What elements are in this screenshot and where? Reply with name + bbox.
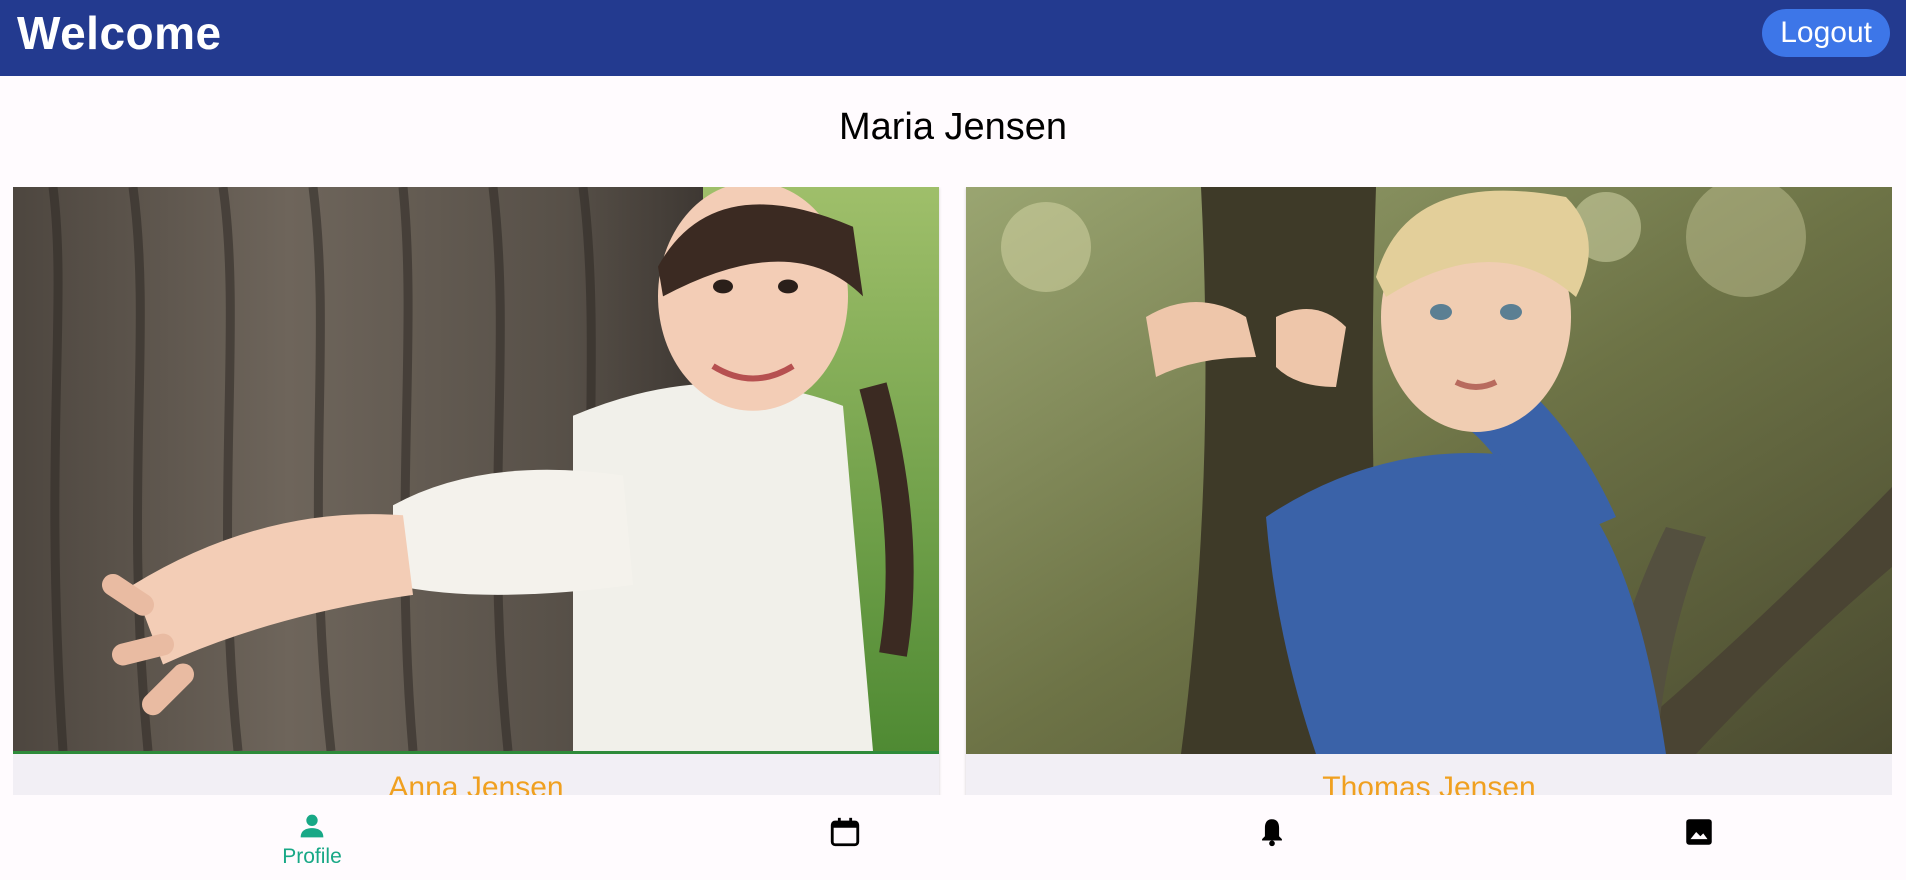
nav-item-notifications[interactable] [1212, 795, 1332, 880]
bell-icon [1262, 819, 1282, 847]
image-icon [1686, 819, 1712, 845]
child-photo [13, 187, 939, 754]
nav-item-gallery[interactable] [1639, 795, 1759, 880]
bottom-navigation: Profile [0, 795, 1906, 880]
parent-name: Maria Jensen [838, 106, 1068, 148]
app-bar: Welcome Logout [0, 0, 1906, 76]
calendar-icon [830, 817, 860, 847]
child-name: Anna Jensen [388, 771, 564, 795]
child-card[interactable]: Thomas Jensen [966, 187, 1892, 795]
app-title: Welcome [17, 7, 222, 59]
children-list: Anna Jensen Thomas Jensen [13, 187, 1892, 795]
logout-button[interactable]: Logout [1762, 9, 1890, 57]
nav-label-profile: Profile [282, 845, 342, 868]
nav-item-calendar[interactable] [785, 795, 905, 880]
child-photo [966, 187, 1892, 754]
child-card[interactable]: Anna Jensen [13, 187, 939, 795]
person-icon [300, 814, 324, 838]
child-name: Thomas Jensen [1322, 771, 1536, 795]
nav-item-profile[interactable]: Profile [252, 795, 372, 880]
